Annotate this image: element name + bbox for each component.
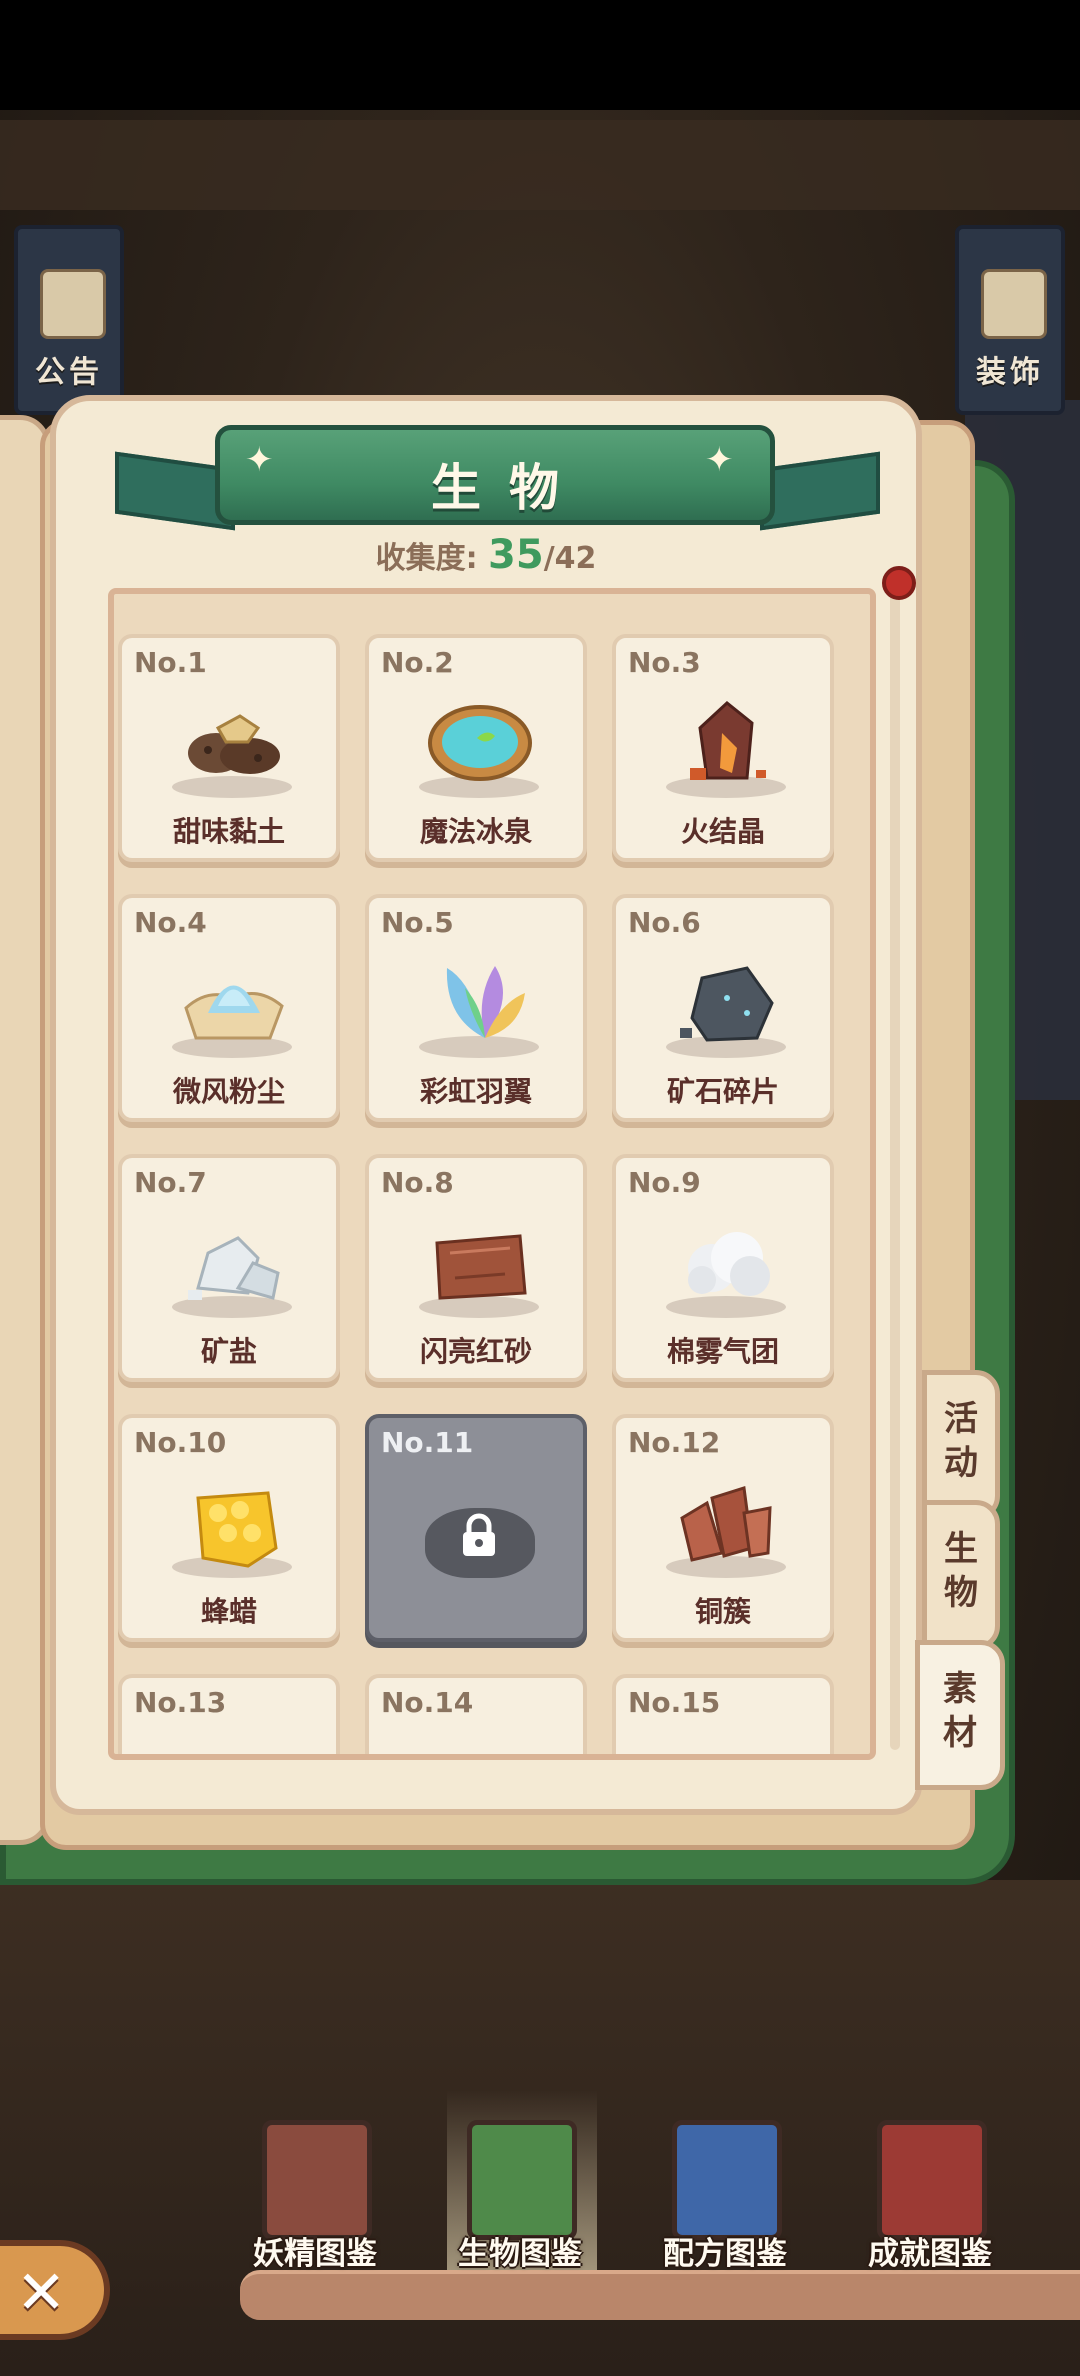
close-button[interactable]: ✕	[0, 2240, 110, 2340]
collection-card[interactable]: No.6 矿石碎片	[612, 894, 834, 1122]
collection-grid[interactable]: No.1 甜味黏土 No.2 魔法冰泉 No.3 火结晶 No.4 微风粉尘 No.5 彩虹羽翼 N…	[108, 588, 876, 1760]
collection-card[interactable]: No.4 微风粉尘	[118, 894, 340, 1122]
side-tab-label: 生 物	[944, 1529, 978, 1613]
magic-spring-bowl-icon	[425, 698, 535, 788]
collection-card[interactable]: No.14	[365, 1674, 587, 1754]
collection-card[interactable]: No.10 蜂蜡	[118, 1414, 340, 1642]
side-tab[interactable]: 生 物	[922, 1500, 1000, 1650]
card-number: No.3	[628, 646, 701, 679]
honeycomb-icon	[178, 1478, 288, 1568]
notice-banner-button[interactable]: 公告	[14, 225, 124, 415]
decoration-banner-button[interactable]: 装饰	[955, 225, 1065, 415]
close-icon: ✕	[16, 2258, 67, 2328]
fire-crystal-icon	[672, 698, 782, 788]
clay-lumps-icon	[178, 698, 288, 788]
red-sand-block-icon	[425, 1218, 535, 1308]
partial-icon	[425, 1738, 535, 1754]
decoration-icon	[981, 269, 1047, 339]
sparkle-icon: ✦	[245, 440, 274, 480]
card-name: 火结晶	[680, 815, 765, 848]
grid-scrollbar[interactable]	[890, 590, 900, 1750]
side-tab[interactable]: 素 材	[915, 1640, 1005, 1790]
collection-total: /42	[543, 541, 597, 576]
card-number: No.15	[628, 1686, 721, 1719]
ore-fragment-icon	[672, 958, 782, 1048]
collection-card[interactable]: No.13	[118, 1674, 340, 1754]
card-number: No.14	[381, 1686, 474, 1719]
card-number: No.11	[381, 1426, 474, 1459]
breeze-dust-icon	[178, 958, 288, 1048]
side-tab[interactable]: 活 动	[922, 1370, 1000, 1520]
collection-label: 收集度:	[375, 541, 478, 576]
card-number: No.5	[381, 906, 454, 939]
collection-card[interactable]: No.2 魔法冰泉	[365, 634, 587, 862]
recipe-book-icon	[672, 2120, 782, 2240]
card-name: 棉雾气团	[666, 1335, 779, 1368]
ladybug-scroll-thumb[interactable]	[882, 566, 916, 600]
nav-label: 妖精图鉴	[253, 2236, 377, 2272]
card-name: 矿石碎片	[666, 1075, 779, 1108]
cotton-cloud-icon	[672, 1218, 782, 1308]
title-ribbon: 生物	[215, 425, 775, 525]
card-name: 矿盐	[200, 1335, 257, 1368]
nav-label: 配方图鉴	[663, 2236, 787, 2272]
nav-achievement-book[interactable]: 成就图鉴	[835, 2100, 1025, 2275]
card-number: No.7	[134, 1166, 207, 1199]
background-shelf	[0, 120, 1080, 210]
nav-recipe-book[interactable]: 配方图鉴	[630, 2100, 820, 2275]
collection-card[interactable]: No.8 闪亮红砂	[365, 1154, 587, 1382]
nav-label: 生物图鉴	[458, 2236, 582, 2272]
card-number: No.1	[134, 646, 207, 679]
card-name: 彩虹羽翼	[419, 1075, 532, 1108]
decoration-label: 装饰	[976, 355, 1044, 390]
card-number: No.6	[628, 906, 701, 939]
collection-card[interactable]: No.7 矿盐	[118, 1154, 340, 1382]
card-name: 闪亮红砂	[419, 1335, 532, 1368]
card-number: No.2	[381, 646, 454, 679]
nav-fairy-book[interactable]: 妖精图鉴	[220, 2100, 410, 2275]
collection-card[interactable]: No.5 彩虹羽翼	[365, 894, 587, 1122]
card-number: No.8	[381, 1166, 454, 1199]
nav-label: 成就图鉴	[868, 2236, 992, 2272]
rock-salt-icon	[178, 1218, 288, 1308]
card-name: 魔法冰泉	[419, 815, 532, 848]
collection-current: 35	[488, 532, 544, 578]
partial-icon	[178, 1738, 288, 1754]
card-number: No.9	[628, 1166, 701, 1199]
card-number: No.13	[134, 1686, 227, 1719]
collection-card[interactable]: No.12 铜簇	[612, 1414, 834, 1642]
notice-label: 公告	[35, 355, 103, 390]
collection-card[interactable]: No.1 甜味黏土	[118, 634, 340, 862]
creature-book-icon	[467, 2120, 577, 2240]
side-tab-label: 活 动	[944, 1399, 978, 1483]
card-number: No.10	[134, 1426, 227, 1459]
collection-progress: 收集度: 35/42	[50, 532, 922, 578]
notice-board-icon	[40, 269, 106, 339]
collection-card[interactable]: No.15	[612, 1674, 834, 1754]
partial-icon	[672, 1738, 782, 1754]
page-title: 生物	[431, 459, 587, 517]
card-name: 蜂蜡	[200, 1595, 257, 1628]
achievement-book-icon	[877, 2120, 987, 2240]
bottom-shelf	[240, 2270, 1080, 2320]
card-number: No.4	[134, 906, 207, 939]
nav-creature-book[interactable]: 生物图鉴	[425, 2100, 615, 2275]
status-bar-blackout	[0, 0, 1080, 110]
copper-cluster-icon	[672, 1478, 782, 1568]
side-tab-label: 素 材	[943, 1669, 977, 1753]
rainbow-wing-icon	[425, 958, 535, 1048]
lock-icon	[459, 1513, 499, 1557]
card-name: 微风粉尘	[172, 1075, 285, 1108]
fairy-book-icon	[262, 2120, 372, 2240]
card-name: 铜簇	[694, 1595, 751, 1628]
card-name: 甜味黏土	[172, 815, 285, 848]
game-scene: 公告 装饰 生物 ✦ ✦ 收集度: 35/42 No.1 甜味黏土 No.2 魔法冰泉…	[0, 0, 1080, 2376]
collection-card[interactable]: No.9 棉雾气团	[612, 1154, 834, 1382]
card-number: No.12	[628, 1426, 721, 1459]
sparkle-icon: ✦	[705, 440, 734, 480]
locked-card[interactable]: No.11	[365, 1414, 587, 1642]
collection-card[interactable]: No.3 火结晶	[612, 634, 834, 862]
